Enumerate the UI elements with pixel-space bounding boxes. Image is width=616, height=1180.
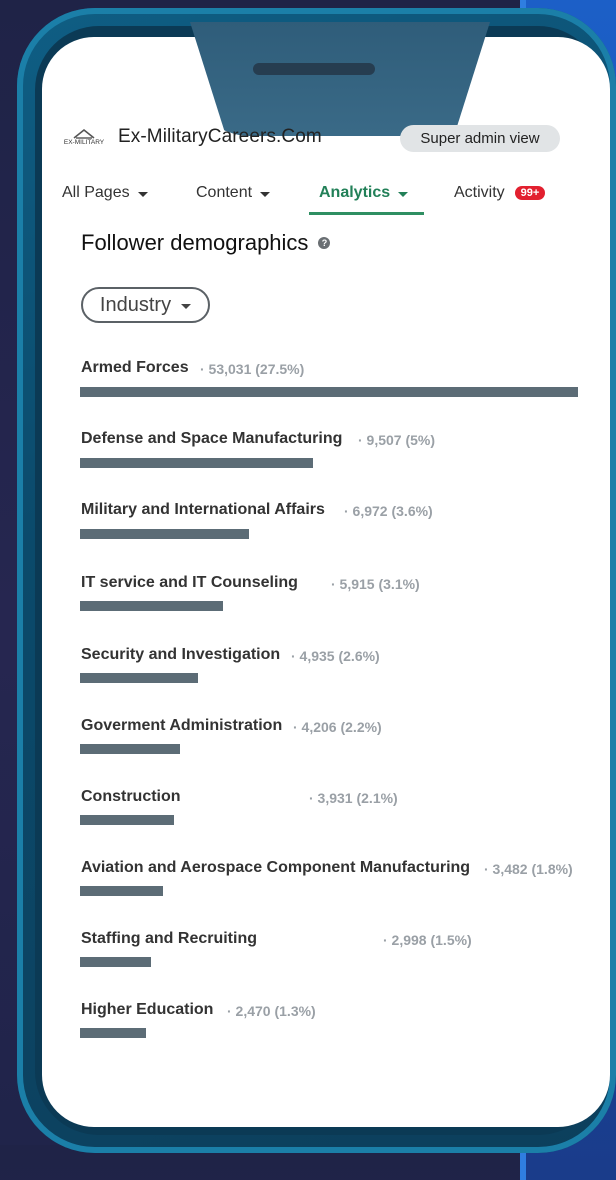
row-value: · 5,915 (3.1%) bbox=[331, 576, 420, 592]
tab-activity[interactable]: Activity 99+ bbox=[454, 184, 546, 202]
row-bar bbox=[80, 387, 578, 397]
help-icon[interactable]: ? bbox=[318, 237, 331, 249]
row-bar bbox=[80, 458, 313, 468]
row-bar bbox=[80, 673, 198, 683]
row-value: · 4,935 (2.6%) bbox=[291, 648, 380, 664]
industry-filter-dropdown[interactable]: Industry bbox=[81, 287, 210, 323]
phone-notch bbox=[190, 22, 490, 136]
row-label: Higher Education bbox=[81, 1001, 214, 1018]
row-value: · 6,972 (3.6%) bbox=[344, 503, 433, 519]
row-value: · 9,507 (5%) bbox=[358, 432, 436, 448]
section-title-text: Follower demographics bbox=[81, 230, 309, 255]
section-title: Follower demographics ? bbox=[81, 230, 331, 256]
chevron-down-icon bbox=[137, 191, 148, 197]
tab-analytics[interactable]: Analytics bbox=[319, 184, 409, 202]
row-bar bbox=[80, 744, 180, 754]
row-label: Armed Forces bbox=[81, 359, 189, 376]
row-label: Aviation and Aerospace Component Manufac… bbox=[81, 859, 471, 876]
nav-tabs: All Pages Content Analytics Activity 99+ bbox=[0, 184, 616, 216]
row-bar bbox=[80, 815, 174, 825]
row-label: Construction bbox=[81, 788, 181, 805]
row-bar bbox=[80, 529, 249, 539]
tab-label: All Pages bbox=[62, 184, 130, 201]
row-label: Goverment Administration bbox=[81, 717, 283, 734]
row-value: · 2,998 (1.5%) bbox=[383, 932, 472, 948]
super-admin-view-button[interactable]: Super admin view bbox=[400, 125, 560, 152]
tab-label: Activity bbox=[454, 184, 505, 201]
active-tab-indicator bbox=[309, 212, 424, 215]
row-bar bbox=[80, 886, 163, 896]
row-bar bbox=[80, 1028, 146, 1038]
row-label: IT service and IT Counseling bbox=[81, 574, 298, 591]
chevron-down-icon bbox=[398, 191, 409, 197]
row-bar bbox=[80, 601, 223, 611]
chevron-down-icon bbox=[181, 304, 192, 309]
tab-content[interactable]: Content bbox=[196, 184, 271, 202]
brand-logo-icon: EX-MILITARY bbox=[64, 128, 105, 146]
row-value: · 4,206 (2.2%) bbox=[293, 719, 382, 735]
row-bar bbox=[80, 957, 151, 967]
logo-text: EX-MILITARY bbox=[64, 139, 105, 146]
tab-label: Content bbox=[196, 184, 253, 201]
tab-label: Analytics bbox=[319, 184, 391, 201]
notification-badge: 99+ bbox=[514, 186, 546, 200]
row-value: · 2,470 (1.3%) bbox=[227, 1003, 316, 1019]
row-label: Military and International Affairs bbox=[81, 501, 325, 518]
row-label: Defense and Space Manufacturing bbox=[81, 430, 343, 447]
tab-all-pages[interactable]: All Pages bbox=[62, 184, 148, 202]
speaker-grille bbox=[253, 63, 375, 75]
dropdown-selected-value: Industry bbox=[99, 293, 172, 316]
brand-name: Ex-MilitaryCareers.Com bbox=[118, 126, 322, 147]
row-value: · 3,482 (1.8%) bbox=[484, 861, 573, 877]
chevron-down-icon bbox=[260, 191, 271, 197]
row-label: Security and Investigation bbox=[81, 646, 281, 663]
row-value: · 3,931 (2.1%) bbox=[309, 790, 398, 806]
row-value: · 53,031 (27.5%) bbox=[200, 361, 305, 377]
row-label: Staffing and Recruiting bbox=[81, 930, 257, 947]
